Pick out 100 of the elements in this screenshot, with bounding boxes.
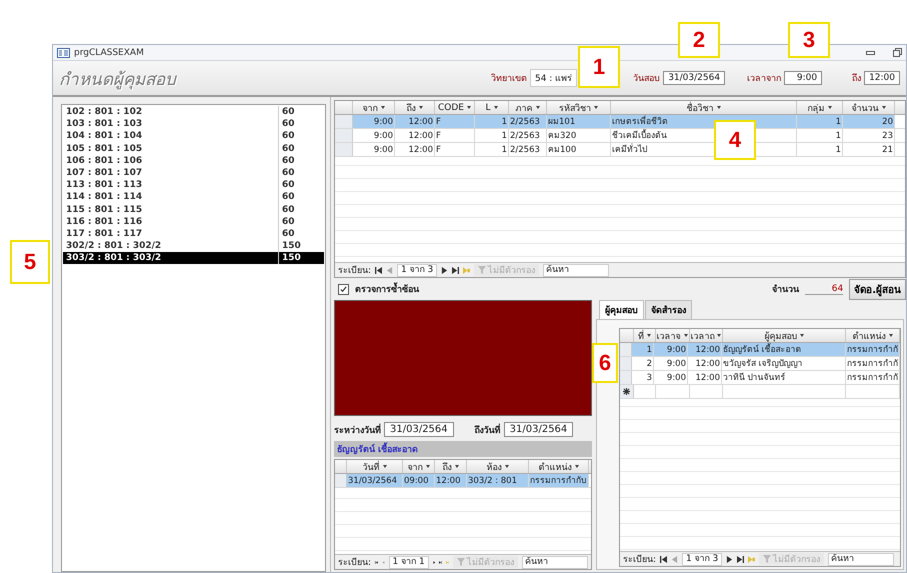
table-row[interactable]: 31/03/2564 09:00 12:00 303/2 : 801 กรรมการกำกับ xyxy=(347,474,589,487)
previous-record-icon[interactable] xyxy=(386,266,394,274)
table-cell: กรรมการกำกั xyxy=(846,343,900,356)
time-to-field[interactable]: 12:00 xyxy=(864,71,900,85)
column-header[interactable]: เวลาถ xyxy=(690,329,724,342)
search-field[interactable]: ค้นหา xyxy=(828,552,894,566)
to-date-field[interactable]: 31/03/2564 xyxy=(504,422,574,437)
column-header[interactable]: รหัสวิชา xyxy=(547,101,611,114)
record-label: ระเบียน: xyxy=(623,554,656,566)
column-header[interactable]: จำนวน xyxy=(843,101,895,114)
column-header[interactable]: จาก xyxy=(403,460,435,473)
first-record-icon[interactable] xyxy=(660,556,668,562)
record-field[interactable]: 1 จาก 1 xyxy=(388,556,429,568)
table-row[interactable]: 9:00 12:00 F 1 2/2563 ผม101 เกษตรเพื่อชีวิต 1 20 xyxy=(353,115,895,128)
room-row[interactable]: 104 : 801 : 104 60 xyxy=(63,130,324,143)
filter-icon xyxy=(456,558,465,566)
room-row[interactable]: 105 : 801 : 105 60 xyxy=(63,142,324,155)
room-name: 105 : 801 : 105 xyxy=(65,142,144,155)
room-row[interactable]: 106 : 801 : 106 60 xyxy=(63,154,324,167)
row-selector[interactable] xyxy=(620,385,634,398)
table-cell: 1 xyxy=(632,343,654,356)
time-from-field[interactable]: 9:00 xyxy=(784,71,822,85)
room-name: 303/2 : 801 : 303/2 xyxy=(65,252,162,264)
campus-field[interactable]: 54 : แพร่ xyxy=(530,69,578,87)
column-header[interactable]: ชื่อวิชา xyxy=(611,101,797,114)
search-field[interactable]: ค้นหา xyxy=(543,264,610,276)
table-cell: 1 xyxy=(475,143,509,156)
column-header[interactable]: L xyxy=(475,101,509,114)
caret-icon xyxy=(418,106,422,109)
column-header[interactable]: กลุ่ม xyxy=(797,101,843,114)
table-cell: 12:00 xyxy=(395,129,435,142)
room-row[interactable]: 115 : 801 : 115 60 xyxy=(63,204,324,216)
from-date-field[interactable]: 31/03/2564 xyxy=(384,422,454,437)
room-name: 116 : 801 : 116 xyxy=(65,216,144,228)
record-field[interactable]: 1 จาก 3 xyxy=(397,264,438,276)
room-row[interactable]: 107 : 801 : 107 60 xyxy=(63,166,324,180)
caret-icon xyxy=(888,334,893,337)
table-cell: 1 xyxy=(475,129,509,142)
column-header[interactable]: ที่ xyxy=(634,329,656,342)
column-header[interactable]: ผู้คุมสอบ xyxy=(723,329,846,342)
table-cell: 12:00 xyxy=(688,371,722,384)
caret-icon xyxy=(717,334,722,337)
from-date-label: ระหว่างวันที่ xyxy=(334,422,381,436)
assign-button[interactable]: จัดอ.ผู้สอน xyxy=(849,278,906,300)
room-row[interactable]: 117 : 801 : 117 60 xyxy=(63,228,324,240)
table-cell: ขวัญจรัส เจริญปัญญา xyxy=(722,357,846,370)
caret-icon xyxy=(454,465,458,468)
column-header[interactable]: ภาค xyxy=(509,101,547,114)
column-header[interactable]: เวลาจ xyxy=(656,329,690,342)
room-row[interactable]: 102 : 801 : 102 60 xyxy=(63,106,324,118)
time-from-label: เวลาจาก xyxy=(747,73,782,85)
caret-icon xyxy=(380,106,384,109)
table-cell: 1 xyxy=(475,115,509,128)
table-cell: 9:00 xyxy=(654,343,688,356)
caret-icon xyxy=(574,465,578,468)
column-header[interactable]: CODE xyxy=(435,101,475,114)
table-row[interactable]: 1 9:00 12:00 ธัญญรัตน์ เชื้อสะอาด กรรมการกำกั xyxy=(632,343,900,356)
column-header[interactable]: ตำแหน่ง xyxy=(529,460,589,473)
room-row[interactable]: 113 : 801 : 113 60 xyxy=(63,179,324,192)
column-header[interactable]: ห้อง xyxy=(467,460,529,473)
next-record-icon[interactable] xyxy=(432,558,436,566)
new-record-icon[interactable] xyxy=(748,556,756,562)
column-header[interactable]: ตำแหน่ง xyxy=(846,329,900,342)
room-name: 102 : 801 : 102 xyxy=(65,106,144,118)
search-field[interactable]: ค้นหา xyxy=(522,556,588,568)
next-record-icon[interactable] xyxy=(726,556,734,562)
room-row[interactable]: 103 : 801 : 103 60 xyxy=(63,118,324,130)
table-cell: 09:00 xyxy=(403,474,435,487)
column-header[interactable]: ถึง xyxy=(435,460,467,473)
room-row[interactable]: 116 : 801 : 116 60 xyxy=(63,216,324,228)
first-record-icon[interactable] xyxy=(375,558,378,566)
table-cell: 12:00 xyxy=(688,343,722,356)
table-cell: 2 xyxy=(632,357,654,370)
column-header[interactable]: จาก xyxy=(353,101,395,114)
duplicate-checkbox[interactable] xyxy=(338,284,349,294)
next-record-icon[interactable] xyxy=(441,266,448,274)
previous-record-icon[interactable] xyxy=(671,556,678,562)
table-cell: 12:00 xyxy=(435,474,467,487)
room-row[interactable]: 303/2 : 801 : 303/2 150 xyxy=(63,252,324,264)
column-header[interactable]: ถึง xyxy=(395,101,435,114)
table-cell: 1 xyxy=(797,115,843,128)
tab[interactable]: ผู้คุมสอบ xyxy=(599,300,644,319)
caret-icon xyxy=(882,106,886,109)
room-name: 115 : 801 : 115 xyxy=(65,204,144,216)
tab[interactable]: จัดสำรอง xyxy=(645,300,692,319)
caret-icon xyxy=(646,334,651,337)
room-row[interactable]: 114 : 801 : 114 60 xyxy=(63,191,324,204)
record-field[interactable]: 1 จาก 3 xyxy=(682,552,722,566)
first-record-icon[interactable] xyxy=(375,266,382,274)
last-record-icon[interactable] xyxy=(737,556,744,562)
table-cell: 2/2563 xyxy=(509,115,547,128)
restore-icon[interactable] xyxy=(893,48,902,57)
column-header[interactable]: วันที่ xyxy=(347,460,403,473)
caret-icon xyxy=(536,106,540,109)
last-record-icon[interactable] xyxy=(439,558,442,566)
exam-date-label: วันสอบ xyxy=(633,73,660,85)
exam-date-field[interactable]: 31/03/2564 xyxy=(663,71,726,85)
new-record-icon[interactable] xyxy=(463,266,470,274)
last-record-icon[interactable] xyxy=(452,266,460,274)
room-name: 107 : 801 : 107 xyxy=(65,166,144,180)
